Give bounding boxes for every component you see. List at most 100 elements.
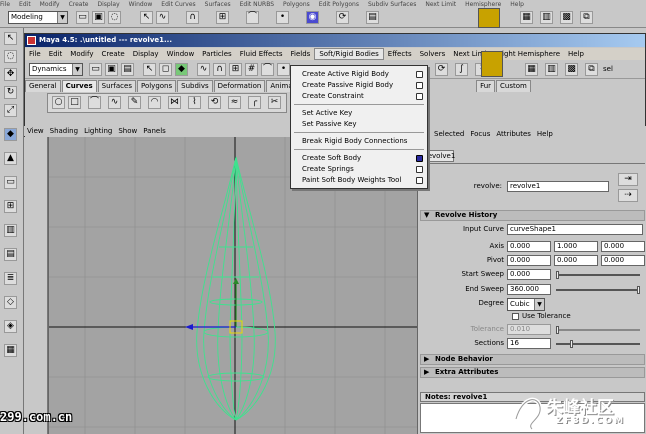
- tab-subdivs[interactable]: Subdivs: [177, 80, 213, 92]
- snap-curve-icon[interactable]: ⌒: [246, 11, 259, 24]
- snap-icon[interactable]: ⊞: [216, 11, 229, 24]
- snap-grid-icon[interactable]: #: [245, 63, 258, 76]
- tolerance-field[interactable]: 0.010: [507, 324, 551, 335]
- detach-curve-icon[interactable]: ⌇: [188, 96, 201, 109]
- ae-menu-help[interactable]: Help: [537, 130, 553, 138]
- menu-modify[interactable]: Modify: [66, 48, 97, 60]
- sections-field[interactable]: 16: [507, 338, 551, 349]
- ep-curve-shelf-icon[interactable]: ∿: [108, 96, 121, 109]
- layout-single-icon[interactable]: ▭: [4, 176, 17, 189]
- menu-item-create-passive-rigid-body[interactable]: Create Passive Rigid Body: [291, 80, 427, 91]
- render-frame-icon[interactable]: ▦: [525, 63, 538, 76]
- bg-menu-edit-polygons[interactable]: Edit Polygons: [319, 1, 359, 8]
- option-box-icon[interactable]: [416, 71, 423, 78]
- tab-surfaces[interactable]: Surfaces: [97, 80, 136, 92]
- curve-icon[interactable]: ∿: [156, 11, 169, 24]
- layout-graph-icon[interactable]: ▤: [4, 248, 17, 261]
- tab-fur[interactable]: Fur: [476, 80, 496, 92]
- focus-icon[interactable]: ⇥: [618, 173, 638, 186]
- use-tolerance-checkbox[interactable]: [512, 313, 519, 320]
- layout-custom-icon[interactable]: ▦: [4, 344, 17, 357]
- new-scene-icon[interactable]: ▭: [89, 63, 102, 76]
- square-icon[interactable]: □: [68, 96, 81, 109]
- curve-tool-icon[interactable]: ∫: [455, 63, 468, 76]
- start-sweep-slider[interactable]: [556, 271, 640, 279]
- magnet-icon[interactable]: ∩: [186, 11, 199, 24]
- bg-menu-window[interactable]: Window: [129, 1, 153, 8]
- end-sweep-slider[interactable]: [556, 286, 640, 294]
- bg-menu-subdiv-surfaces[interactable]: Subdiv Surfaces: [368, 1, 416, 8]
- lasso-icon[interactable]: ◌: [108, 11, 121, 24]
- select-tool-icon[interactable]: ↖: [4, 32, 17, 45]
- save-icon[interactable]: ▣: [92, 11, 105, 24]
- option-box-icon[interactable]: [416, 82, 423, 89]
- select-object-icon[interactable]: ◻: [159, 63, 172, 76]
- tab-curves[interactable]: Curves: [61, 80, 97, 92]
- layout-hypergraph-icon[interactable]: ◈: [4, 320, 17, 333]
- ae-menu-attributes[interactable]: Attributes: [496, 130, 531, 138]
- option-box-icon[interactable]: [416, 155, 423, 162]
- bg-menu-edit[interactable]: Edit: [19, 1, 31, 8]
- bg-menu-edit-nurbs[interactable]: Edit NURBS: [240, 1, 274, 8]
- render-settings-icon[interactable]: ▩: [560, 11, 573, 24]
- rebuild-icon[interactable]: ⟲: [208, 96, 221, 109]
- ae-menu-focus[interactable]: Focus: [470, 130, 490, 138]
- render-view-icon[interactable]: ▥: [540, 11, 553, 24]
- circle-icon[interactable]: ○: [52, 96, 65, 109]
- hypershade-icon[interactable]: ⧉: [585, 63, 598, 76]
- menu-item-paint-soft-body-weights-tool[interactable]: Paint Soft Body Weights Tool: [291, 175, 427, 186]
- panel-menu-view[interactable]: View: [27, 126, 44, 136]
- menu-solvers[interactable]: Solvers: [416, 48, 450, 60]
- offset-curve-icon[interactable]: ≈: [228, 96, 241, 109]
- menu-item-create-constraint[interactable]: Create Constraint: [291, 91, 427, 102]
- node-behavior-section[interactable]: ▶ Node Behavior: [420, 354, 645, 365]
- background-mode-select[interactable]: Modeling ▼: [8, 11, 68, 24]
- render-globals-icon[interactable]: ▩: [565, 63, 578, 76]
- axis-z-field[interactable]: 0.000: [601, 241, 645, 252]
- menu-help[interactable]: Help: [564, 48, 588, 60]
- start-sweep-field[interactable]: 0.000: [507, 269, 551, 280]
- history-icon[interactable]: ⟳: [435, 63, 448, 76]
- open-scene-icon[interactable]: ▣: [105, 63, 118, 76]
- start-sweep-knob[interactable]: [556, 271, 559, 279]
- select-icon[interactable]: ↖: [140, 11, 153, 24]
- menu-right-hemisphere[interactable]: Right Hemisphere: [493, 48, 564, 60]
- axis-y-field[interactable]: 1.000: [554, 241, 598, 252]
- layout-persp-icon[interactable]: ◇: [4, 296, 17, 309]
- end-sweep-field[interactable]: 360.000: [507, 284, 551, 295]
- menu-particles[interactable]: Particles: [198, 48, 236, 60]
- bg-menu-display[interactable]: Display: [98, 1, 120, 8]
- lasso-tool-icon[interactable]: ◌: [4, 50, 17, 63]
- snap-point-icon[interactable]: •: [277, 63, 290, 76]
- render-icon[interactable]: ◉: [306, 11, 319, 24]
- node-name-field[interactable]: revolve1: [507, 181, 609, 192]
- move-tool-icon[interactable]: ✥: [4, 68, 17, 81]
- bg-menu-create[interactable]: Create: [69, 1, 89, 8]
- pencil-curve-icon[interactable]: ✎: [128, 96, 141, 109]
- panel-menu-show[interactable]: Show: [118, 126, 137, 136]
- bg-menu-edit-curves[interactable]: Edit Curves: [161, 1, 195, 8]
- extra-attributes-section[interactable]: ▶ Extra Attributes: [420, 367, 645, 378]
- option-box-icon[interactable]: [416, 93, 423, 100]
- tab-general[interactable]: General: [25, 80, 61, 92]
- arc-icon[interactable]: ◠: [148, 96, 161, 109]
- trim-icon[interactable]: ✂: [268, 96, 281, 109]
- panel-menu-shading[interactable]: Shading: [50, 126, 78, 136]
- rotate-tool-icon[interactable]: ↻: [4, 86, 17, 99]
- end-sweep-knob[interactable]: [637, 286, 640, 294]
- attach-curve-icon[interactable]: ⋈: [168, 96, 181, 109]
- sections-knob[interactable]: [570, 340, 573, 348]
- option-box-icon[interactable]: [416, 177, 423, 184]
- option-box-icon[interactable]: [416, 166, 423, 173]
- menu-fields[interactable]: Fields: [287, 48, 315, 60]
- mode-select[interactable]: Dynamics ▼: [29, 63, 83, 76]
- ae-menu-selected[interactable]: Selected: [434, 130, 464, 138]
- bg-menu-modify[interactable]: Modify: [40, 1, 60, 8]
- menu-item-break-rigid-body-connections[interactable]: Break Rigid Body Connections: [291, 136, 427, 147]
- manipulator-tool-icon[interactable]: ◆: [4, 128, 17, 141]
- menu-create[interactable]: Create: [97, 48, 128, 60]
- bg-menu-next-limit[interactable]: Next Limit: [425, 1, 456, 8]
- ipr-icon[interactable]: ▤: [366, 11, 379, 24]
- tolerance-knob[interactable]: [556, 326, 559, 334]
- bg-menu-help[interactable]: Help: [510, 1, 524, 8]
